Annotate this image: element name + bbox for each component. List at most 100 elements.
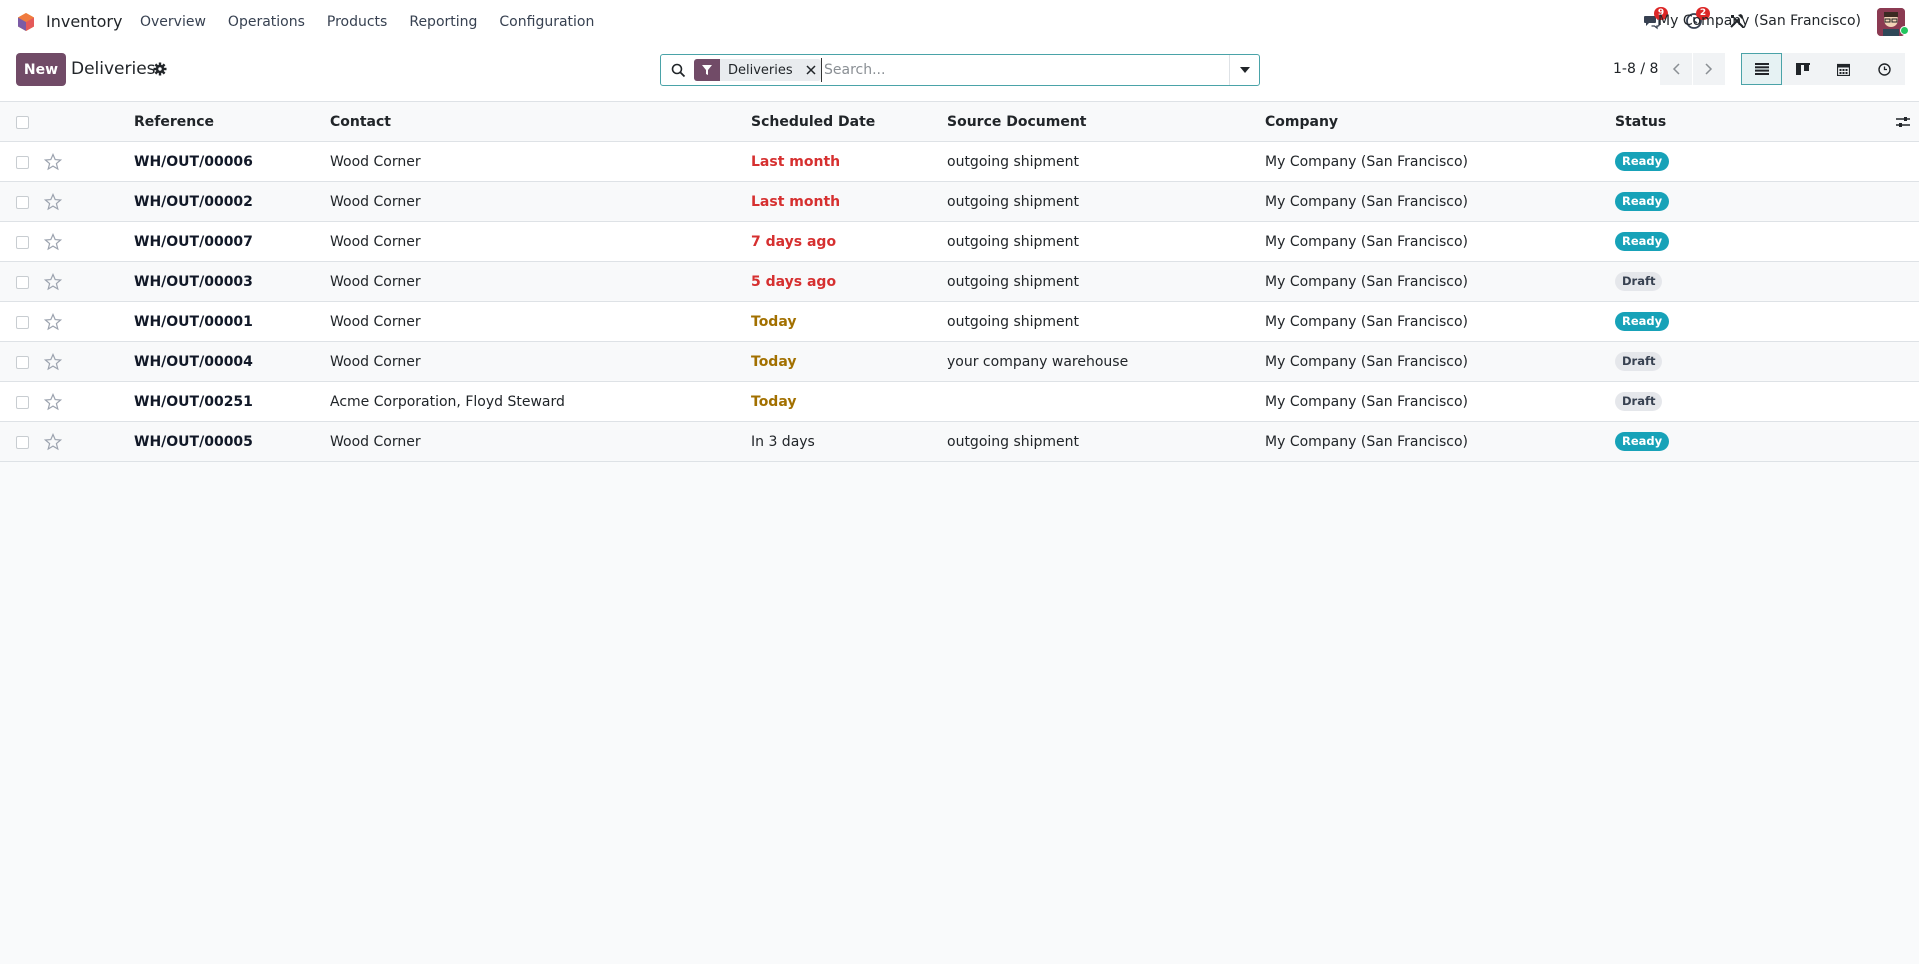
cell-company[interactable]: My Company (San Francisco) (1265, 222, 1468, 262)
cell-company[interactable]: My Company (San Francisco) (1265, 302, 1468, 342)
star-icon[interactable] (44, 193, 62, 211)
cell-source-document[interactable]: outgoing shipment (947, 142, 1079, 182)
cell-scheduled-date[interactable]: In 3 days (751, 422, 815, 462)
cell-contact[interactable]: Wood Corner (330, 302, 421, 342)
status-badge: Ready (1615, 232, 1670, 251)
cell-scheduled-date[interactable]: Today (751, 342, 796, 382)
column-header-reference[interactable]: Reference (134, 102, 214, 142)
table-body: WH/OUT/00006 Wood Corner Last month outg… (0, 142, 1919, 462)
cell-reference[interactable]: WH/OUT/00007 (134, 222, 253, 262)
star-icon[interactable] (44, 273, 62, 291)
inventory-app-icon[interactable] (16, 12, 36, 32)
cell-scheduled-date[interactable]: 7 days ago (751, 222, 836, 262)
row-checkbox[interactable] (16, 356, 29, 369)
close-icon[interactable] (801, 59, 821, 81)
cell-scheduled-date[interactable]: Last month (751, 182, 840, 222)
star-icon[interactable] (44, 153, 62, 171)
activity-view-button[interactable] (1864, 53, 1905, 85)
list-view-button[interactable] (1741, 53, 1782, 85)
search-input[interactable] (821, 58, 1211, 82)
cell-company[interactable]: My Company (San Francisco) (1265, 142, 1468, 182)
pager-next-button[interactable] (1693, 53, 1725, 85)
cell-contact[interactable]: Wood Corner (330, 422, 421, 462)
star-icon[interactable] (44, 393, 62, 411)
cell-source-document[interactable]: outgoing shipment (947, 222, 1079, 262)
table-row[interactable]: WH/OUT/00002 Wood Corner Last month outg… (0, 182, 1919, 222)
column-header-status[interactable]: Status (1615, 102, 1666, 142)
star-icon[interactable] (44, 433, 62, 451)
cell-source-document[interactable]: outgoing shipment (947, 302, 1079, 342)
cell-reference[interactable]: WH/OUT/00251 (134, 382, 253, 422)
row-checkbox[interactable] (16, 156, 29, 169)
search-icon[interactable] (671, 63, 686, 78)
cell-reference[interactable]: WH/OUT/00004 (134, 342, 253, 382)
company-switcher[interactable]: My Company (San Francisco) (1658, 13, 1861, 29)
select-all-checkbox[interactable] (16, 116, 29, 129)
search-options-toggle[interactable] (1229, 55, 1259, 85)
calendar-view-button[interactable] (1823, 53, 1864, 85)
cell-scheduled-date[interactable]: Today (751, 382, 796, 422)
table-row[interactable]: WH/OUT/00251 Acme Corporation, Floyd Ste… (0, 382, 1919, 422)
star-icon[interactable] (44, 353, 62, 371)
column-settings-icon[interactable] (1895, 114, 1911, 130)
cell-scheduled-date[interactable]: 5 days ago (751, 262, 836, 302)
cell-reference[interactable]: WH/OUT/00005 (134, 422, 253, 462)
chevron-left-icon (1672, 63, 1680, 75)
top-navbar: Inventory Overview Operations Products R… (0, 0, 1919, 44)
table-row[interactable]: WH/OUT/00003 Wood Corner 5 days ago outg… (0, 262, 1919, 302)
cell-company[interactable]: My Company (San Francisco) (1265, 262, 1468, 302)
row-checkbox[interactable] (16, 316, 29, 329)
cell-contact[interactable]: Wood Corner (330, 222, 421, 262)
row-checkbox[interactable] (16, 396, 29, 409)
cell-contact[interactable]: Wood Corner (330, 262, 421, 302)
cell-source-document[interactable]: your company warehouse (947, 342, 1128, 382)
gear-icon[interactable] (153, 62, 167, 76)
cell-source-document[interactable]: outgoing shipment (947, 422, 1079, 462)
cell-reference[interactable]: WH/OUT/00006 (134, 142, 253, 182)
cell-contact[interactable]: Wood Corner (330, 142, 421, 182)
table-row[interactable]: WH/OUT/00007 Wood Corner 7 days ago outg… (0, 222, 1919, 262)
column-header-company[interactable]: Company (1265, 102, 1338, 142)
column-header-scheduled-date[interactable]: Scheduled Date (751, 102, 875, 142)
menu-item-overview[interactable]: Overview (140, 14, 206, 30)
table-row[interactable]: WH/OUT/00005 Wood Corner In 3 days outgo… (0, 422, 1919, 462)
menu-item-reporting[interactable]: Reporting (409, 14, 477, 30)
menu-item-operations[interactable]: Operations (228, 14, 305, 30)
search-facet-label: Deliveries (728, 62, 793, 78)
cell-source-document[interactable]: outgoing shipment (947, 262, 1079, 302)
cell-scheduled-date[interactable]: Last month (751, 142, 840, 182)
cell-company[interactable]: My Company (San Francisco) (1265, 342, 1468, 382)
cell-company[interactable]: My Company (San Francisco) (1265, 422, 1468, 462)
row-checkbox[interactable] (16, 236, 29, 249)
row-checkbox[interactable] (16, 436, 29, 449)
status-badge: Ready (1615, 152, 1670, 171)
cell-company[interactable]: My Company (San Francisco) (1265, 382, 1468, 422)
kanban-view-button[interactable] (1782, 53, 1823, 85)
star-icon[interactable] (44, 313, 62, 331)
menu-item-configuration[interactable]: Configuration (499, 14, 594, 30)
cell-reference[interactable]: WH/OUT/00003 (134, 262, 253, 302)
table-row[interactable]: WH/OUT/00006 Wood Corner Last month outg… (0, 142, 1919, 182)
cell-company[interactable]: My Company (San Francisco) (1265, 182, 1468, 222)
column-header-contact[interactable]: Contact (330, 102, 391, 142)
cell-reference[interactable]: WH/OUT/00001 (134, 302, 253, 342)
row-checkbox[interactable] (16, 276, 29, 289)
row-checkbox[interactable] (16, 196, 29, 209)
table-row[interactable]: WH/OUT/00004 Wood Corner Today your comp… (0, 342, 1919, 382)
menu-item-products[interactable]: Products (327, 14, 387, 30)
cell-scheduled-date[interactable]: Today (751, 302, 796, 342)
pager-value[interactable]: 1-8 / 8 (1613, 61, 1658, 77)
new-button[interactable]: New (16, 53, 66, 86)
cell-reference[interactable]: WH/OUT/00002 (134, 182, 253, 222)
cell-contact[interactable]: Wood Corner (330, 342, 421, 382)
app-name[interactable]: Inventory (46, 12, 122, 31)
table-row[interactable]: WH/OUT/00001 Wood Corner Today outgoing … (0, 302, 1919, 342)
page-title: Deliveries (71, 59, 156, 79)
cell-contact[interactable]: Wood Corner (330, 182, 421, 222)
cell-source-document[interactable]: outgoing shipment (947, 182, 1079, 222)
cell-contact[interactable]: Acme Corporation, Floyd Steward (330, 382, 565, 422)
star-icon[interactable] (44, 233, 62, 251)
column-header-source-document[interactable]: Source Document (947, 102, 1087, 142)
status-badge: Ready (1615, 312, 1670, 331)
pager-previous-button[interactable] (1660, 53, 1692, 85)
